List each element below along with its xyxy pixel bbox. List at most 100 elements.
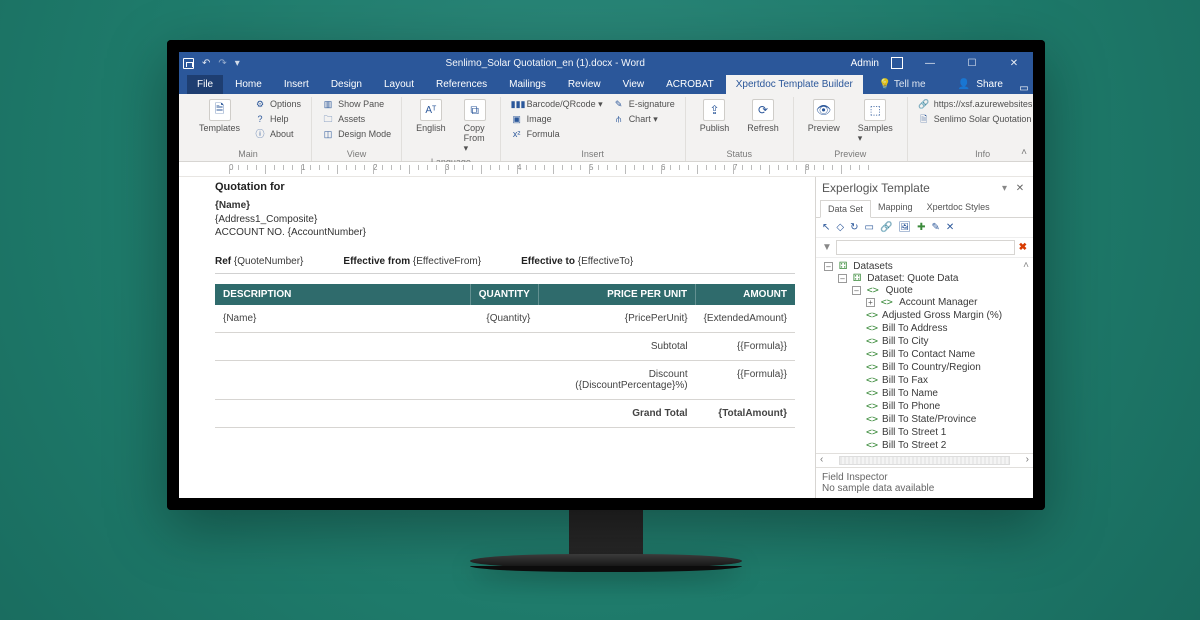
pane-tab-mapping[interactable]: Mapping — [871, 199, 920, 217]
tool-link-icon[interactable]: 🔗 — [880, 222, 892, 233]
image-button[interactable]: ▣Image — [509, 112, 605, 126]
document-canvas[interactable]: Quotation for {Name} {Address1_Composite… — [179, 177, 815, 498]
maximize-button[interactable]: ☐ — [957, 58, 987, 69]
copy-from-button[interactable]: ⧉ Copy From ▾ — [458, 97, 492, 156]
tool-calendar-icon[interactable]: ▭ — [864, 222, 873, 233]
expand-icon[interactable]: + — [866, 298, 875, 307]
publish-button[interactable]: ⇪ Publish — [694, 97, 736, 135]
group-title-view: View — [320, 148, 393, 159]
tab-mailings[interactable]: Mailings — [499, 75, 556, 94]
tab-xpertdoc-template-builder[interactable]: Xpertdoc Template Builder — [726, 75, 863, 94]
redo-icon[interactable]: ↷ — [218, 58, 226, 69]
show-pane-toggle[interactable]: ▥Show Pane — [320, 97, 393, 111]
dataset-tree[interactable]: – ⚃ Datasets – ⚃ Dataset: Quote Data — [816, 258, 1033, 453]
doc-meta-row: Ref {QuoteNumber} Effective from {Effect… — [215, 256, 795, 274]
assets-button[interactable]: 🗀Assets — [320, 112, 393, 126]
share-button[interactable]: 👤 Share — [948, 75, 1013, 94]
formula-button[interactable]: x²Formula — [509, 127, 605, 141]
about-button[interactable]: ⓘAbout — [252, 127, 303, 141]
tool-refresh-icon[interactable]: ↻ — [850, 222, 858, 233]
field-icon: <> — [881, 297, 893, 308]
tab-insert[interactable]: Insert — [274, 75, 319, 94]
filter-icon[interactable]: ▼ — [822, 242, 832, 253]
pane-horizontal-scrollbar[interactable]: ‹ › — [816, 453, 1033, 467]
pane-menu-icon[interactable]: ▾ — [1002, 183, 1007, 194]
info-url[interactable]: 🔗https://xsf.azurewebsites.net — [916, 97, 1033, 111]
collapse-ribbon-icon[interactable]: ˄ — [1021, 147, 1027, 158]
tab-home[interactable]: Home — [225, 75, 272, 94]
tab-layout[interactable]: Layout — [374, 75, 424, 94]
cell-amt: {ExtendedAmount} — [696, 305, 795, 333]
options-button[interactable]: ⚙Options — [252, 97, 303, 111]
tab-review[interactable]: Review — [558, 75, 611, 94]
tree-field[interactable]: <>Adjusted Gross Margin (%) — [866, 309, 1031, 322]
english-button[interactable]: Aᵀ English — [410, 97, 452, 135]
samples-button[interactable]: ⬚ Samples ▾ — [852, 97, 899, 146]
pane-close-icon[interactable]: ✕ — [1013, 183, 1027, 194]
save-icon[interactable] — [183, 58, 194, 69]
scroll-left-icon[interactable]: ‹ — [820, 454, 823, 467]
collapse-icon[interactable]: – — [838, 274, 847, 283]
esign-button[interactable]: ✎E-signature — [611, 97, 677, 111]
tree-root: – ⚃ Datasets – ⚃ Dataset: Quote Data — [824, 260, 1031, 453]
tree-field[interactable]: <>Bill To Fax — [866, 374, 1031, 387]
comments-icon[interactable]: ▭ — [1015, 83, 1033, 94]
tab-acrobat[interactable]: ACROBAT — [656, 75, 724, 94]
tree-field[interactable]: <>Bill To Street 1 — [866, 426, 1031, 439]
doc-heading: Quotation for — [215, 181, 795, 193]
help-button[interactable]: ?Help — [252, 112, 303, 126]
group-title-insert: Insert — [509, 148, 677, 159]
horizontal-ruler[interactable]: 012345678 — [179, 162, 1033, 177]
templates-button[interactable]: 🗎 Templates — [193, 97, 246, 135]
collapse-icon[interactable]: – — [824, 262, 833, 271]
tab-references[interactable]: References — [426, 75, 497, 94]
tool-image-icon[interactable]: 🖼 — [898, 222, 911, 233]
templates-icon: 🗎 — [209, 99, 231, 121]
user-name[interactable]: Admin — [851, 58, 879, 69]
scroll-track[interactable] — [839, 456, 1009, 465]
tree-field[interactable]: <>Bill To Address — [866, 322, 1031, 335]
tool-add-icon[interactable]: ✚ — [917, 222, 925, 233]
chart-button[interactable]: ⫛Chart ▾ — [611, 112, 677, 126]
tree-field[interactable]: <>Bill To Street 2 — [866, 439, 1031, 452]
tree-field[interactable]: <>Bill To Phone — [866, 400, 1031, 413]
tool-delete-icon[interactable]: ✕ — [946, 222, 954, 233]
tree-field[interactable]: <>Bill To Street 3 — [866, 452, 1031, 453]
pane-tab-styles[interactable]: Xpertdoc Styles — [920, 199, 997, 217]
ribbon-display-icon[interactable] — [891, 57, 903, 69]
design-mode-toggle[interactable]: ◫Design Mode — [320, 127, 393, 141]
tree-scroll-up-icon[interactable]: ˄ — [1023, 260, 1029, 271]
close-button[interactable]: ✕ — [999, 58, 1029, 69]
tree-field[interactable]: <>Bill To Name — [866, 387, 1031, 400]
tree-field[interactable]: <>Bill To Contact Name — [866, 348, 1031, 361]
field-icon: <> — [866, 362, 878, 373]
tab-design[interactable]: Design — [321, 75, 372, 94]
field-icon: <> — [866, 414, 878, 425]
clear-search-icon[interactable]: ✖ — [1019, 242, 1027, 253]
dataset-label: Dataset: Quote Data — [867, 273, 958, 284]
eff-to-label: Effective to — [521, 256, 575, 267]
qat-customize-icon[interactable]: ▾ — [235, 58, 240, 69]
barcode-button[interactable]: ▮▮▮Barcode/QRcode ▾ — [509, 97, 605, 111]
minimize-button[interactable]: — — [915, 58, 945, 69]
pane-tab-dataset[interactable]: Data Set — [820, 200, 871, 218]
tool-diamond-icon[interactable]: ◇ — [836, 222, 844, 233]
tab-file[interactable]: File — [187, 75, 223, 94]
tab-view[interactable]: View — [613, 75, 655, 94]
collapse-icon[interactable]: – — [852, 286, 861, 295]
pane-search-input[interactable] — [836, 240, 1015, 255]
tree-field[interactable]: <>Bill To Country/Region — [866, 361, 1031, 374]
tool-edit-icon[interactable]: ✎ — [931, 222, 939, 233]
scroll-right-icon[interactable]: › — [1026, 454, 1029, 467]
tool-back-icon[interactable]: ↖ — [822, 222, 830, 233]
tree-field[interactable]: <>Bill To State/Province — [866, 413, 1031, 426]
monitor-bezel: ↶ ↷ ▾ Senlimo_Solar Quotation_en (1).doc… — [167, 40, 1045, 510]
refresh-button[interactable]: ⟳ Refresh — [741, 97, 785, 135]
tell-me[interactable]: 💡 Tell me — [871, 75, 934, 94]
info-doc[interactable]: 🗎Senlimo Solar Quotation — [916, 112, 1033, 126]
tree-field[interactable]: <>Bill To City — [866, 335, 1031, 348]
field-label: Bill To Name — [882, 388, 938, 399]
undo-icon[interactable]: ↶ — [202, 58, 210, 69]
preview-button[interactable]: 👁 Preview — [802, 97, 846, 135]
tell-me-label: Tell me — [894, 79, 926, 90]
